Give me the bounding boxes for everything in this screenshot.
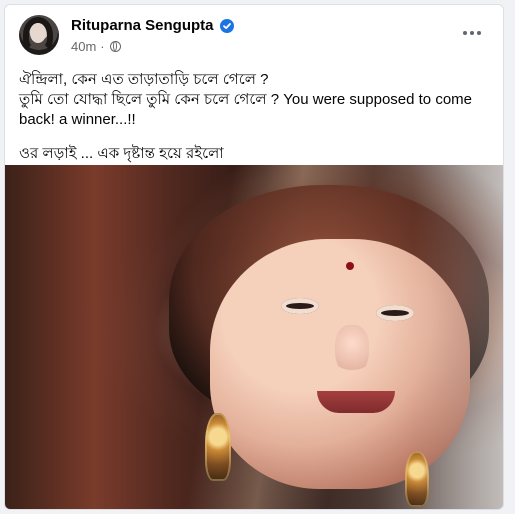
verified-badge-icon — [219, 18, 234, 33]
facebook-post-card: Rituparna Sengupta 40m · ঐন্দ্রিলা, কেন … — [4, 4, 504, 510]
author-avatar[interactable] — [19, 15, 59, 55]
post-header: Rituparna Sengupta 40m · — [19, 15, 494, 61]
post-text: ঐন্দ্রিলা, কেন এত তাড়াতাড়ি চলে গেলে ? … — [19, 70, 489, 164]
author-name[interactable]: Rituparna Sengupta — [71, 17, 214, 34]
photo-nose — [335, 325, 369, 377]
post-line-3: ওর লড়াই ... এক দৃষ্টান্ত হয়ে রইলো — [19, 145, 224, 162]
more-dot-1 — [463, 31, 467, 35]
photo-right-shadow — [413, 165, 503, 509]
post-line-1: ঐন্দ্রিলা, কেন এত তাড়াতাড়ি চলে গেলে ? — [19, 71, 269, 88]
post-meta: 40m · — [71, 39, 121, 54]
photo-bindi — [346, 262, 354, 270]
photo-left-earring — [205, 413, 231, 481]
more-dot-3 — [477, 31, 481, 35]
meta-separator: · — [100, 39, 105, 54]
more-dot-2 — [470, 31, 474, 35]
post-time[interactable]: 40m — [71, 39, 96, 54]
avatar-face — [30, 23, 46, 43]
photo-right-eye — [376, 305, 414, 321]
more-options-icon[interactable] — [460, 25, 484, 41]
post-photo[interactable] — [5, 165, 503, 509]
post-line-2: তুমি তো যোদ্ধা ছিলে তুমি কেন চলে গেলে ? … — [19, 91, 472, 128]
photo-left-eye — [281, 298, 319, 314]
globe-icon — [109, 41, 121, 52]
photo-mouth — [317, 391, 395, 413]
author-row: Rituparna Sengupta — [71, 17, 234, 34]
